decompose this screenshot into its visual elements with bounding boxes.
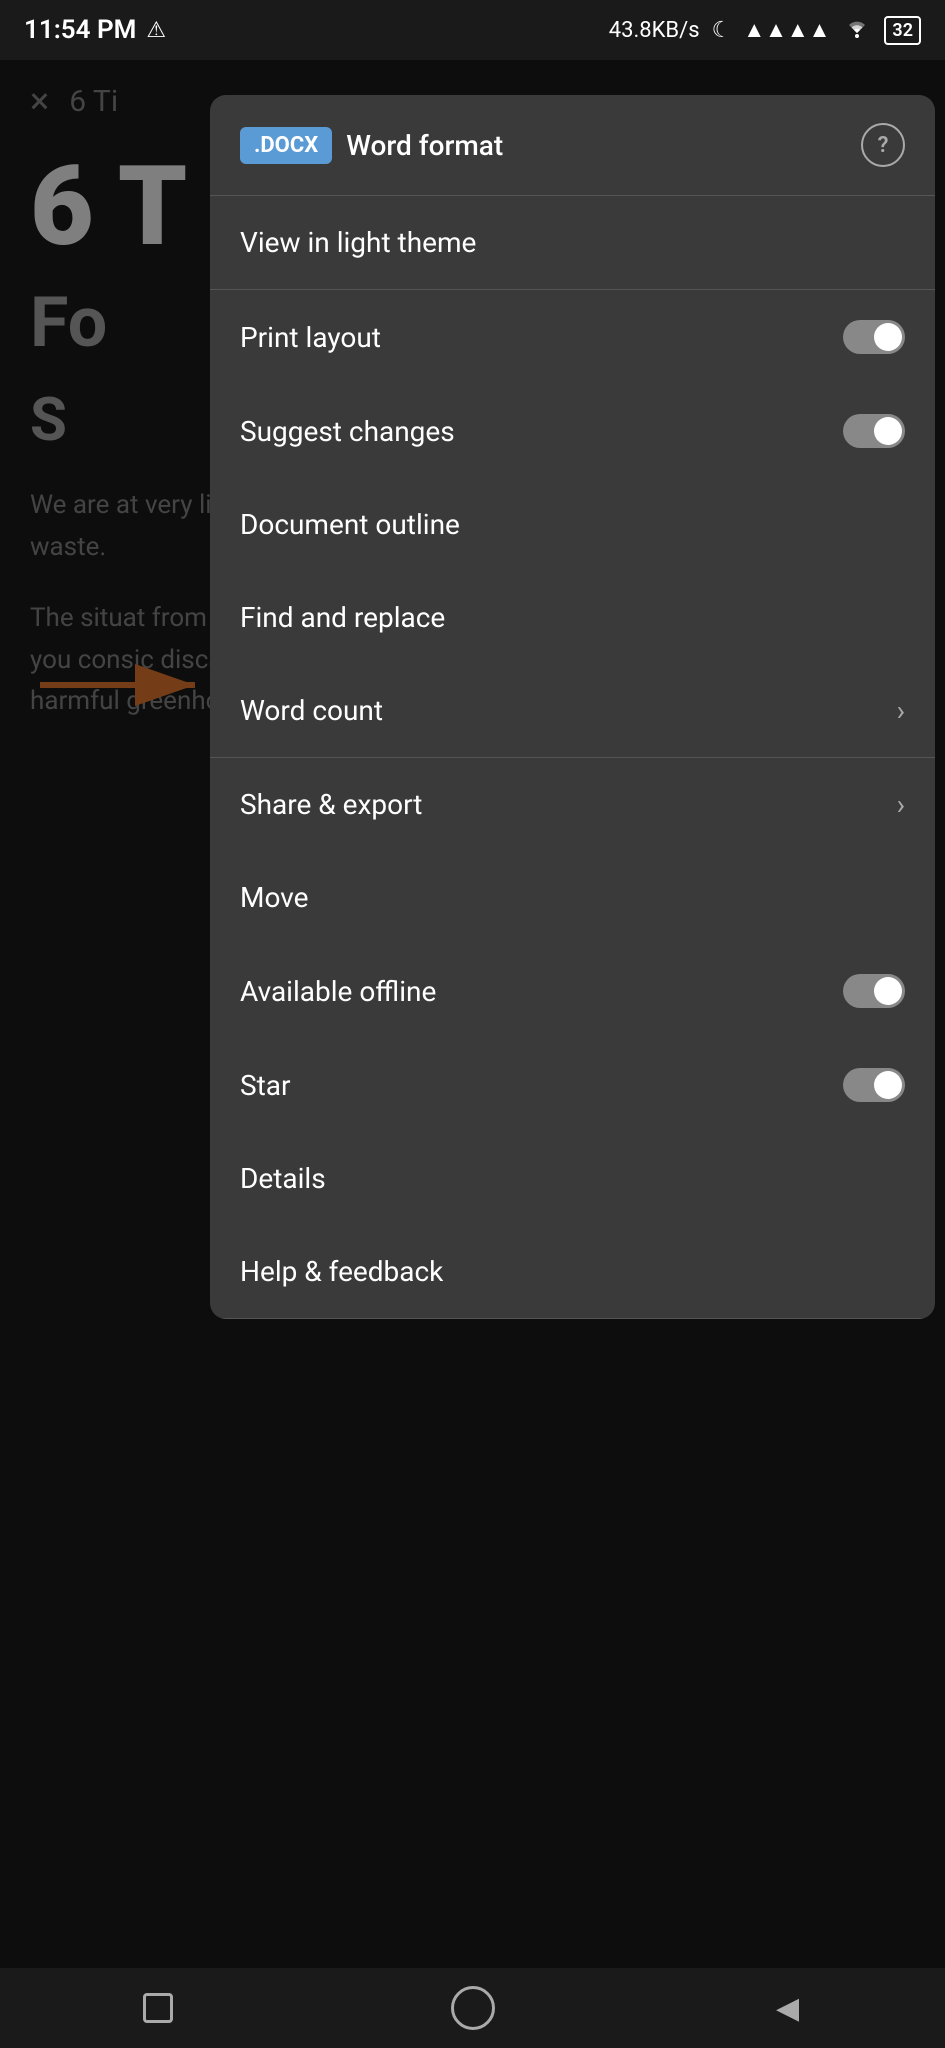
menu-header: .DOCX Word format ? (210, 95, 935, 196)
nav-recents-button[interactable] (128, 1978, 188, 2038)
menu-item-star[interactable]: Star (210, 1038, 935, 1132)
share-export-chevron: › (897, 788, 905, 821)
menu-item-suggest-changes[interactable]: Suggest changes (210, 384, 935, 478)
suggest-changes-toggle[interactable] (843, 414, 905, 448)
nav-home-button[interactable] (443, 1978, 503, 2038)
menu-section-1: View in light theme (210, 196, 935, 290)
back-icon: ◀ (776, 1991, 799, 2026)
signal-icon: ▲▲▲▲ (743, 17, 830, 43)
network-speed: 43.8KB/s (609, 18, 700, 43)
menu-section-2: Print layout Suggest changes Document ou… (210, 290, 935, 758)
nav-back-button[interactable]: ◀ (758, 1978, 818, 2038)
menu-header-title: Word format (346, 129, 861, 162)
menu-item-move[interactable]: Move (210, 851, 935, 944)
menu-item-details[interactable]: Details (210, 1132, 935, 1225)
status-time: 11:54 PM (24, 15, 136, 45)
menu-item-word-count[interactable]: Word count › (210, 664, 935, 757)
battery-indicator: 32 (884, 16, 921, 45)
docx-badge: .DOCX (240, 127, 332, 164)
warning-icon: ⚠ (146, 18, 166, 43)
dropdown-menu: .DOCX Word format ? View in light theme … (210, 95, 935, 1319)
status-bar: 11:54 PM ⚠ 43.8KB/s ☾ ▲▲▲▲ 32 (0, 0, 945, 60)
status-right: 43.8KB/s ☾ ▲▲▲▲ 32 (609, 15, 921, 45)
menu-item-share-export[interactable]: Share & export › (210, 758, 935, 851)
wifi-icon (842, 15, 872, 45)
recents-icon (143, 1993, 173, 2023)
menu-item-print-layout[interactable]: Print layout (210, 290, 935, 384)
menu-item-find-replace[interactable]: Find and replace (210, 571, 935, 664)
menu-section-3: Share & export › Move Available offline … (210, 758, 935, 1319)
menu-item-document-outline[interactable]: Document outline (210, 478, 935, 571)
menu-item-available-offline[interactable]: Available offline (210, 944, 935, 1038)
menu-item-help-feedback[interactable]: Help & feedback (210, 1225, 935, 1318)
star-toggle[interactable] (843, 1068, 905, 1102)
word-count-chevron: › (897, 694, 905, 727)
available-offline-toggle[interactable] (843, 974, 905, 1008)
bottom-nav: ◀ (0, 1968, 945, 2048)
menu-item-view-light-theme[interactable]: View in light theme (210, 196, 935, 289)
home-icon (451, 1986, 495, 2030)
print-layout-toggle[interactable] (843, 320, 905, 354)
moon-icon: ☾ (712, 18, 732, 43)
help-icon-button[interactable]: ? (861, 123, 905, 167)
status-left: 11:54 PM ⚠ (24, 15, 166, 45)
